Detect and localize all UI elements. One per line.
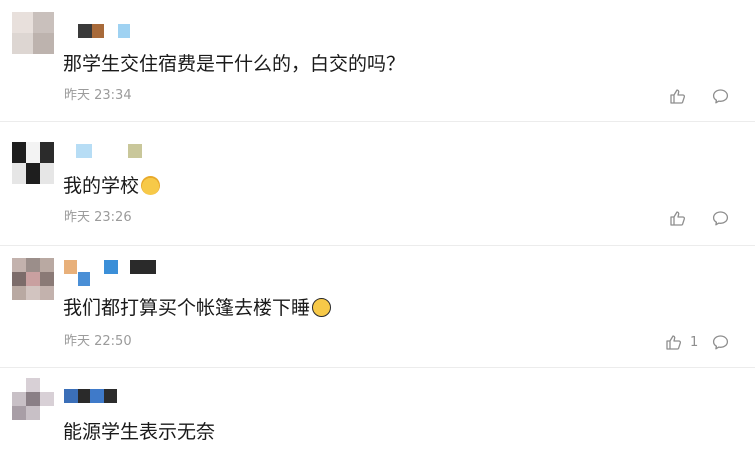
comment-item: 能源学生表示无奈 <box>0 368 755 461</box>
comment-time: 昨天 23:26 <box>64 210 132 225</box>
comment-text-label: 我的学校 <box>63 175 140 197</box>
like-button[interactable] <box>669 210 686 227</box>
comment-text: 我的学校 <box>63 174 161 198</box>
reply-button[interactable] <box>712 88 729 105</box>
comment-text-label: 我们都打算买个帐篷去楼下睡 <box>63 297 311 319</box>
comment-actions <box>669 88 729 106</box>
reply-button[interactable] <box>712 334 729 351</box>
comment-actions: 1 <box>665 334 729 352</box>
comment-bubble-icon <box>712 88 729 105</box>
comment-text: 我们都打算买个帐篷去楼下睡 <box>63 296 332 320</box>
comment-time: 昨天 23:34 <box>64 88 132 103</box>
upside-down-face-emoji-icon <box>312 298 332 317</box>
thumbs-up-icon <box>669 210 686 227</box>
comment-time: 昨天 22:50 <box>64 334 132 349</box>
comment-item: 我的学校 昨天 23:26 <box>0 122 755 246</box>
comment-actions <box>669 210 729 228</box>
comment-item: 我们都打算买个帐篷去楼下睡 昨天 22:50 1 <box>0 246 755 368</box>
thumbs-up-icon <box>669 88 686 105</box>
laughing-emoji-icon <box>141 176 161 195</box>
reply-button[interactable] <box>712 210 729 227</box>
like-count: 1 <box>690 335 699 350</box>
thumbs-up-icon <box>665 334 682 351</box>
avatar[interactable] <box>12 12 54 54</box>
avatar[interactable] <box>12 378 54 420</box>
comment-bubble-icon <box>712 210 729 227</box>
comment-text: 那学生交住宿费是干什么的，白交的吗？ <box>63 53 406 75</box>
avatar[interactable] <box>12 142 54 184</box>
comment-bubble-icon <box>712 334 729 351</box>
comment-item: 那学生交住宿费是干什么的，白交的吗？ 昨天 23:34 <box>0 0 755 122</box>
comment-list: 那学生交住宿费是干什么的，白交的吗？ 昨天 23:34 我的学校 昨天 23:2… <box>0 0 755 461</box>
comment-text: 能源学生表示无奈 <box>63 421 216 443</box>
avatar[interactable] <box>12 258 54 300</box>
like-button[interactable]: 1 <box>665 334 698 351</box>
like-button[interactable] <box>669 88 686 105</box>
